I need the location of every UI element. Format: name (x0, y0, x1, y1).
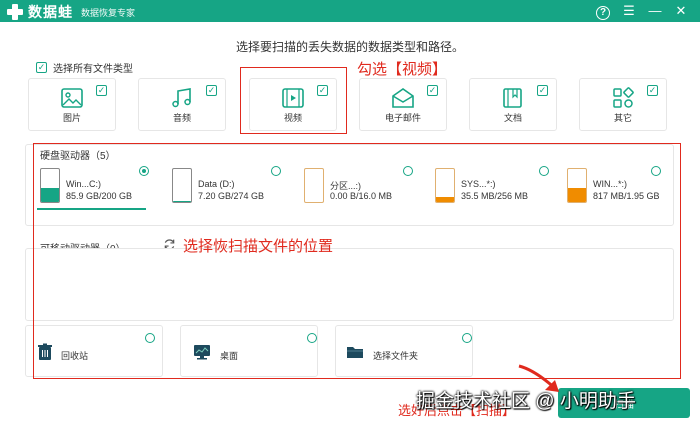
menu-icon[interactable]: ☰ (620, 2, 638, 20)
type-card-document[interactable]: ✓ 文档 (469, 78, 557, 131)
type-card-other[interactable]: ✓ 其它 (579, 78, 667, 131)
app-subtitle: 数据恢复专家 (81, 7, 136, 18)
help-button[interactable]: ? (594, 2, 612, 20)
type-checkbox[interactable]: ✓ (96, 85, 107, 96)
image-icon (61, 88, 83, 108)
close-icon[interactable]: ✕ (672, 2, 690, 20)
page-instruction: 选择要扫描的丢失数据的数据类型和路径。 (235, 40, 464, 54)
title-bar: 数据蛙 数据恢复专家 ? ☰ — ✕ (0, 0, 700, 22)
video-highlight-box (240, 67, 347, 134)
help-icon: ? (596, 6, 610, 20)
type-card-email[interactable]: ✓ 电子邮件 (359, 78, 447, 131)
video-annotation: 勾选【视频】 (357, 61, 448, 78)
type-label: 文档 (503, 113, 522, 123)
minimize-icon[interactable]: — (646, 2, 664, 20)
location-highlight-box (33, 143, 681, 379)
select-all-label: 选择所有文件类型 (53, 64, 133, 75)
type-card-audio[interactable]: ✓ 音频 (138, 78, 226, 131)
app-logo: 数据蛙 数据恢复专家 (6, 2, 135, 22)
type-checkbox[interactable]: ✓ (427, 85, 438, 96)
watermark: 掘金技术社区 @ 小明助手 (416, 391, 636, 412)
music-icon (172, 88, 191, 108)
select-all-checkbox[interactable]: ✓ (36, 62, 47, 73)
email-icon (392, 88, 414, 108)
app-name: 数据蛙 (28, 4, 73, 20)
type-label: 电子邮件 (384, 113, 421, 123)
type-label: 音频 (172, 113, 191, 123)
type-label: 其它 (613, 113, 632, 123)
type-checkbox[interactable]: ✓ (537, 85, 548, 96)
other-icon (613, 87, 634, 108)
type-label: 图片 (62, 113, 81, 123)
type-checkbox[interactable]: ✓ (647, 85, 658, 96)
logo-cross-icon (6, 3, 24, 21)
select-all-types[interactable]: ✓ 选择所有文件类型 (36, 60, 133, 75)
document-icon (503, 88, 522, 108)
type-checkbox[interactable]: ✓ (206, 85, 217, 96)
type-card-image[interactable]: ✓ 图片 (28, 78, 116, 131)
